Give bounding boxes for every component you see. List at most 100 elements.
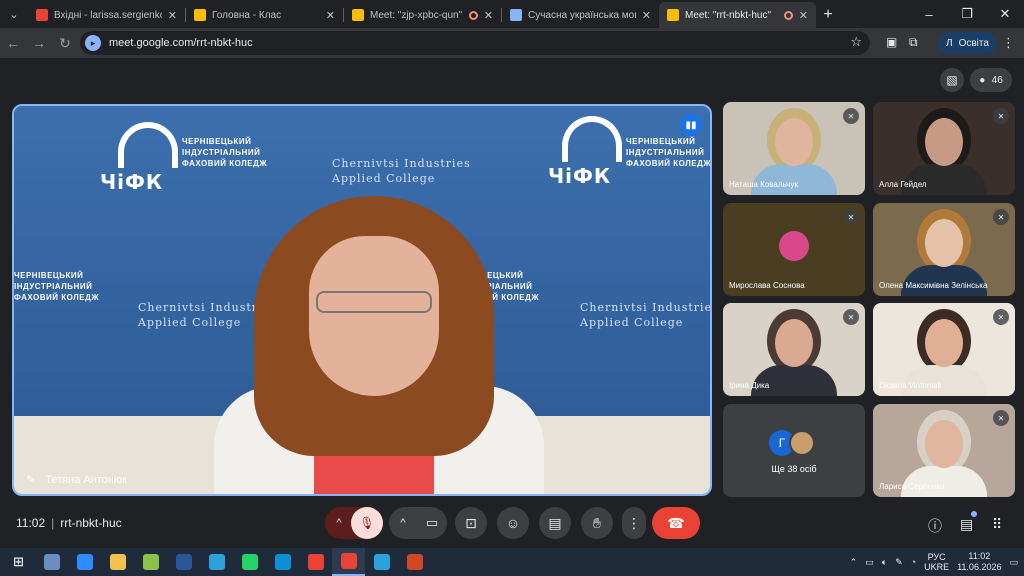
whatsapp-app-button[interactable]: [233, 548, 266, 576]
activities-icon[interactable]: ⠿: [992, 516, 1002, 533]
word-app-button[interactable]: [167, 548, 200, 576]
browser-tab[interactable]: Вхідні - larissa.sergienko@lispk ✕: [28, 2, 185, 28]
chat-notification-dot: [971, 511, 977, 517]
main-speaker-tile[interactable]: ЧіФК ЧЕРНІВЕЦЬКИЙ ІНДУСТРІАЛЬНИЙ ФАХОВИЙ…: [12, 104, 712, 496]
leave-call-icon[interactable]: ☎︎: [652, 507, 700, 539]
participant-name: Олена Максимівна Зелінська: [879, 281, 988, 290]
microsoft-store-app-button[interactable]: [35, 548, 68, 576]
telegram-desktop-app-icon: [373, 554, 390, 570]
notifications-icon[interactable]: ▭: [1009, 557, 1018, 568]
participant-tile[interactable]: ✕ Мирослава Соснова: [723, 203, 865, 296]
close-tab-icon[interactable]: ✕: [799, 9, 808, 22]
emoji-reaction-icon[interactable]: ☺: [497, 507, 529, 539]
telegram-app-button[interactable]: [200, 548, 233, 576]
hidden-tile-icon[interactable]: ▧: [940, 68, 964, 92]
chat-icon[interactable]: ▤: [960, 516, 973, 533]
profile-button[interactable]: Л Освіта: [938, 32, 997, 54]
college-name-en-1: Chernivtsi Industries Applied College: [332, 157, 471, 185]
participant-face: [925, 219, 963, 267]
system-date: 11.06.2026: [957, 562, 1002, 572]
camera-options-chevron-icon[interactable]: ^: [389, 507, 417, 539]
network-icon[interactable]: ▭: [865, 557, 874, 568]
whatsapp-app-icon: [241, 554, 258, 570]
recording-icon: [783, 10, 793, 20]
participant-tile[interactable]: ✕ Oksana Vintoniak: [873, 303, 1015, 396]
omnibox[interactable]: ▸ meet.google.com/rrt-nbkt-huc ☆: [80, 31, 870, 55]
present-screen-icon[interactable]: ⊡: [455, 507, 487, 539]
powerpoint-app-icon: [406, 554, 423, 570]
lang-top: РУС: [927, 552, 946, 562]
powerpoint-app-button[interactable]: [398, 548, 431, 576]
pin-icon[interactable]: ✎: [26, 473, 35, 486]
tab-title: Meet: "zjp-xpbc-qun": [370, 9, 463, 21]
close-tab-icon[interactable]: ✕: [642, 9, 651, 22]
participant-name: Наташа Ковальчук: [729, 180, 798, 189]
college-logo-text-2: ЧіФК: [548, 164, 612, 188]
reload-icon[interactable]: ↻: [52, 30, 78, 56]
extensions-puzzle-icon[interactable]: ⧉: [909, 35, 918, 50]
forward-icon[interactable]: →: [26, 30, 52, 56]
recording-icon: [468, 10, 478, 20]
participant-avatar: [779, 231, 809, 261]
paint-app-icon: [142, 554, 159, 570]
camera-icon[interactable]: ▭: [417, 507, 447, 539]
windows-start-icon: ⊞: [13, 554, 24, 569]
site-info-icon[interactable]: ▸: [85, 35, 101, 51]
camera-control: ^ ▭: [389, 507, 447, 539]
close-tab-icon[interactable]: ✕: [168, 9, 177, 22]
new-tab-button[interactable]: +: [816, 2, 840, 28]
close-window-icon[interactable]: ✕: [986, 0, 1024, 28]
paint-app-button[interactable]: [134, 548, 167, 576]
bookmark-star-icon[interactable]: ☆: [850, 34, 862, 50]
main-speaker-name: Тетяна Антонюк: [45, 473, 127, 486]
back-icon[interactable]: ←: [0, 30, 26, 56]
mic-off-icon[interactable]: 🎙︎: [351, 507, 383, 539]
close-tab-icon[interactable]: ✕: [326, 9, 335, 22]
participant-name: Ірина Дика: [729, 381, 770, 390]
participants-button[interactable]: ● 46: [970, 68, 1012, 92]
chrome-app-button[interactable]: [299, 548, 332, 576]
mic-options-chevron-icon[interactable]: ^: [325, 507, 353, 539]
close-tab-icon[interactable]: ✕: [484, 9, 493, 22]
more-options-icon[interactable]: ⋮: [622, 507, 646, 539]
muted-mic-icon: ✕: [993, 108, 1009, 124]
browser-tab[interactable]: Головна - Клас ✕: [186, 2, 343, 28]
raise-hand-icon[interactable]: ✋︎: [581, 507, 613, 539]
browser-tab[interactable]: Meet: "rrt-nbkt-huc" ✕: [659, 2, 816, 28]
wifi-icon[interactable]: ◔: [911, 557, 916, 567]
participant-tile[interactable]: ✕ Ірина Дика: [723, 303, 865, 396]
windows-start-button[interactable]: ⊞: [2, 548, 35, 576]
extension-icon[interactable]: ▣: [886, 35, 897, 49]
meeting-details-icon[interactable]: ⓘ: [928, 516, 942, 536]
volume-icon[interactable]: 🔈︎: [882, 557, 887, 568]
browser-tab[interactable]: Сучасна українська мова з пр ✕: [502, 2, 659, 28]
captions-icon[interactable]: ▤: [539, 507, 571, 539]
participant-tile[interactable]: ✕ Лариса Сергієнко: [873, 404, 1015, 497]
lang-bottom: UKRE: [924, 562, 950, 572]
participant-tile[interactable]: ✕ Олена Максимівна Зелінська: [873, 203, 1015, 296]
system-time: 11:02: [968, 551, 991, 561]
language-indicator[interactable]: РУС UKRE: [924, 552, 949, 572]
telegram-desktop-app-button[interactable]: [365, 548, 398, 576]
browser-tab[interactable]: Meet: "zjp-xpbc-qun" ✕: [344, 2, 501, 28]
tab-search-icon[interactable]: ⌄: [0, 0, 28, 28]
minimize-icon[interactable]: –: [910, 0, 948, 28]
tray-overflow-icon[interactable]: ⌃: [850, 557, 858, 568]
restore-icon[interactable]: ❐: [948, 0, 986, 28]
participant-face: [775, 118, 813, 166]
pen-icon[interactable]: ✎: [895, 557, 903, 568]
browser-menu-icon[interactable]: ⋮: [1002, 35, 1015, 51]
muted-mic-icon: ✕: [843, 209, 859, 225]
chrome-app-2-button[interactable]: [332, 548, 365, 576]
more-participants-tile[interactable]: Г Ще 38 осіб: [723, 404, 865, 497]
file-explorer-app-button[interactable]: [101, 548, 134, 576]
participant-tile[interactable]: ✕ Алла Гейдел: [873, 102, 1015, 195]
edge-app-button[interactable]: [266, 548, 299, 576]
meet-icon: [352, 9, 364, 21]
meeting-clock: 11:02: [16, 516, 46, 530]
system-clock[interactable]: 11:02 11.06.2026: [957, 551, 1001, 573]
system-tray: ⌃ ▭ 🔈︎ ✎ ◔ РУС UKRE 11:02 11.06.2026 ▭: [850, 548, 1024, 576]
participant-tile[interactable]: ✕ Наташа Ковальчук: [723, 102, 865, 195]
zoom-app-button[interactable]: [68, 548, 101, 576]
speaking-indicator-icon: ▮▮: [680, 114, 702, 136]
